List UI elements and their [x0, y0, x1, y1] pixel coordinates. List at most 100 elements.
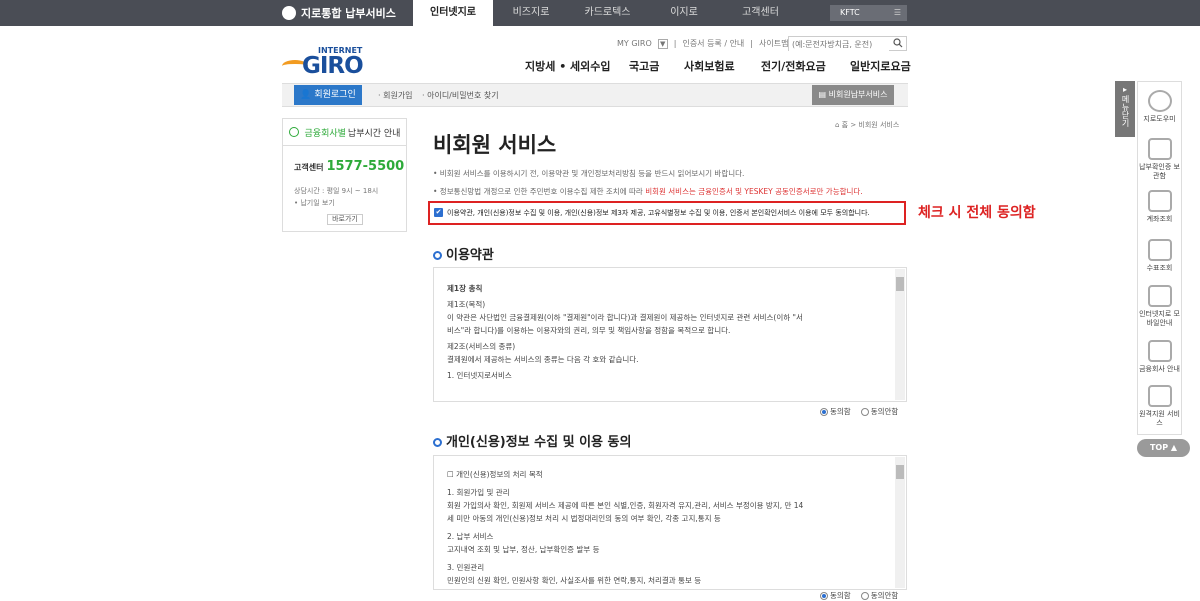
privacy-line: 민원인의 신원 확인, 민원사항 확인, 사실조사를 위한 연락,통지, 처리결…	[447, 576, 702, 585]
remote-support-icon	[1147, 385, 1172, 407]
hours-label: 납부시간 안내	[347, 128, 401, 139]
tab-card-rotex[interactable]: 카드로텍스	[569, 0, 646, 26]
tab-ezro[interactable]: 이지로	[646, 0, 722, 26]
scroll-thumb[interactable]	[896, 465, 904, 479]
service-hours-line: 상담시간 : 평일 9시 ~ 18시	[294, 187, 379, 195]
quick-label: 지로도우미	[1143, 115, 1176, 123]
kftc-label: KFTC	[840, 8, 860, 17]
breadcrumb-text: 홈 > 비회원 서비스	[841, 121, 900, 129]
headset-icon	[1147, 90, 1172, 112]
quick-label: 인터넷지로 모바일안내	[1139, 310, 1180, 327]
join-label: 회원가입	[383, 91, 413, 100]
gnb-general-giro[interactable]: 일반지로요금	[850, 58, 911, 74]
agree-all-box: ✔ 이용약관, 개인(신용)정보 수집 및 이용, 개인(신용)정보 제3자 제…	[428, 201, 906, 225]
privacy-disagree-radio[interactable]: 동의안함	[860, 590, 898, 601]
quick-receipt-box[interactable]: 납부확인증 보관함	[1138, 138, 1181, 181]
sub-bar: 👤 회원로그인 · 회원가입 · 아이디/비밀번호 찾기 ▤ 비회원납부서비스	[282, 83, 908, 107]
radio-off-icon	[860, 408, 869, 416]
customer-center: 고객센터 1577-5500	[294, 159, 404, 174]
due-date-link[interactable]: • 납기일 보기	[294, 197, 378, 209]
section-terms-label: 이용약관	[446, 248, 494, 263]
terms-line: 제1장 총칙	[447, 284, 483, 293]
search-icon[interactable]	[893, 38, 903, 48]
document-icon: ▤	[818, 90, 829, 99]
scroll-top-button[interactable]: TOP ▲	[1137, 439, 1190, 457]
tab-internet-giro[interactable]: 인터넷지로	[413, 0, 493, 26]
cert-link[interactable]: 인증서 등록 / 안내	[682, 38, 744, 49]
privacy-line: 세 미만 아동의 개인(신용)정보 처리 시 법정대리인의 동의 여부 확인, …	[447, 514, 721, 523]
payment-hours-link[interactable]: 금융회사별 납부시간 안내	[283, 119, 406, 146]
quick-label: 금융회사 안내	[1139, 365, 1180, 373]
clock-icon	[288, 127, 299, 137]
agree-all-label[interactable]: 이용약관, 개인(신용)정보 수집 및 이용, 개인(신용)정보 제3자 제공,…	[447, 208, 870, 218]
member-login-button[interactable]: 👤 회원로그인	[294, 85, 362, 105]
nonmember-payment-button[interactable]: ▤ 비회원납부서비스	[812, 85, 894, 105]
terms-agree-radio[interactable]: 동의함	[820, 406, 851, 417]
privacy-line: 3. 민원관리	[447, 563, 485, 572]
join-link[interactable]: · 회원가입	[378, 90, 413, 101]
notice-line-2: • 정보통신망법 개정으로 인한 주민번호 이용수집 제한 조치에 따라 비회원…	[433, 186, 863, 197]
check-search-icon	[1147, 239, 1172, 261]
giro-logo[interactable]: INTERNET GIRO	[282, 46, 364, 79]
quick-label: 계좌조회	[1146, 215, 1173, 223]
tab-biz-giro[interactable]: 비즈지로	[493, 0, 569, 26]
agree-label: 동의함	[830, 407, 851, 416]
menu-close-tab[interactable]: ▸ 메뉴닫기	[1115, 81, 1135, 137]
annotation-label: 체크 시 전체 동의함	[918, 205, 1036, 221]
quick-menu: 지로도우미 납부확인증 보관함 계좌조회 수표조회 인터넷지로 모바일안내 금융…	[1137, 81, 1182, 435]
terms-content: 제1장 총칙 제1조(목적) 이 약관은 사단법인 금융결제원(이하 "결제원"…	[447, 282, 803, 382]
breadcrumb: ⌂ 홈 > 비회원 서비스	[835, 120, 899, 130]
privacy-line: 고지내역 조회 및 납부, 정산, 납부확인증 발부 등	[447, 545, 600, 554]
brand-label: 지로통합 납부서비스	[301, 7, 396, 20]
quick-check-lookup[interactable]: 수표조회	[1138, 239, 1181, 273]
privacy-line: ☐ 개인(신용)정보의 처리 목적	[447, 470, 543, 479]
find-label: 아이디/비밀번호 찾기	[427, 91, 499, 100]
tab-customer-center[interactable]: 고객센터	[722, 0, 799, 26]
quick-remote-support[interactable]: 원격지원 서비스	[1138, 385, 1181, 428]
page-title: 비회원 서비스	[433, 133, 557, 157]
home-icon[interactable]: ⌂	[835, 121, 842, 129]
agree-all-checkbox[interactable]: ✔	[434, 208, 443, 217]
search-input[interactable]	[789, 38, 889, 51]
quick-mobile-guide[interactable]: 인터넷지로 모바일안내	[1138, 285, 1181, 328]
search-box	[788, 36, 907, 51]
hours-highlight: 금융회사별	[304, 128, 346, 139]
terms-textbox[interactable]: 제1장 총칙 제1조(목적) 이 약관은 사단법인 금융결제원(이하 "결제원"…	[433, 267, 907, 402]
kftc-menu[interactable]: KFTC ☰	[830, 5, 907, 21]
quick-label: 수표조회	[1146, 264, 1173, 272]
document-search-icon	[1147, 190, 1172, 212]
privacy-agree-radio[interactable]: 동의함	[820, 590, 851, 601]
my-giro-link[interactable]: MY GIRO	[617, 39, 652, 48]
privacy-agree-radios: 동의함 동의안함	[820, 590, 898, 601]
user-icon: 👤	[300, 90, 315, 100]
nonmember-label: 비회원납부서비스	[828, 90, 888, 99]
quick-bank-guide[interactable]: 금융회사 안내	[1138, 340, 1181, 374]
terms-scrollbar[interactable]	[895, 269, 905, 400]
shortcut-button[interactable]: 바로가기	[327, 214, 363, 225]
privacy-textbox[interactable]: ☐ 개인(신용)정보의 처리 목적 1. 회원가입 및 관리 회원 가입의사 확…	[433, 455, 907, 590]
menu-close-label: 메뉴닫기	[1121, 95, 1130, 127]
gnb-social-insurance[interactable]: 사회보험료	[684, 58, 735, 74]
privacy-scrollbar[interactable]	[895, 457, 905, 588]
terms-line: 이 약관은 사단법인 금융결제원(이하 "결제원"이라 합니다)과 결제원이 제…	[447, 313, 803, 322]
arrow-right-icon: ▸	[1122, 85, 1127, 94]
notice-red-text: 비회원 서비스는 금융인증서 및 YESKEY 공동인증서로만 가능합니다.	[645, 187, 863, 196]
chevron-down-icon[interactable]: ▼	[657, 38, 668, 49]
customer-info-box: 금융회사별 납부시간 안내 고객센터 1577-5500 상담시간 : 평일 9시…	[282, 118, 407, 232]
quick-giro-helper[interactable]: 지로도우미	[1138, 90, 1181, 124]
terms-disagree-radio[interactable]: 동의안함	[860, 406, 898, 417]
brand-link[interactable]: 지로통합 납부서비스	[282, 0, 396, 26]
mobile-check-icon	[1147, 285, 1172, 307]
quick-account-lookup[interactable]: 계좌조회	[1138, 190, 1181, 224]
gnb-national-treasury[interactable]: 국고금	[629, 58, 659, 74]
service-hours: 상담시간 : 평일 9시 ~ 18시 • 납기일 보기	[294, 185, 378, 209]
scroll-thumb[interactable]	[896, 277, 904, 291]
sitemap-link[interactable]: 사이트맵	[759, 38, 788, 49]
bank-icon	[1147, 340, 1172, 362]
gnb-utility-bill[interactable]: 전기/전화요금	[761, 58, 826, 74]
terms-line: 결제원에서 제공하는 서비스의 종류는 다음 각 호와 같습니다.	[447, 355, 639, 364]
notice-line-1: • 비회원 서비스를 이용하시기 전, 이용약관 및 개인정보처리방침 등을 반…	[433, 169, 745, 178]
find-account-link[interactable]: · 아이디/비밀번호 찾기	[422, 90, 499, 101]
gnb-local-tax[interactable]: 지방세 • 세외수입	[525, 58, 611, 74]
quick-label: 원격지원 서비스	[1139, 410, 1180, 427]
